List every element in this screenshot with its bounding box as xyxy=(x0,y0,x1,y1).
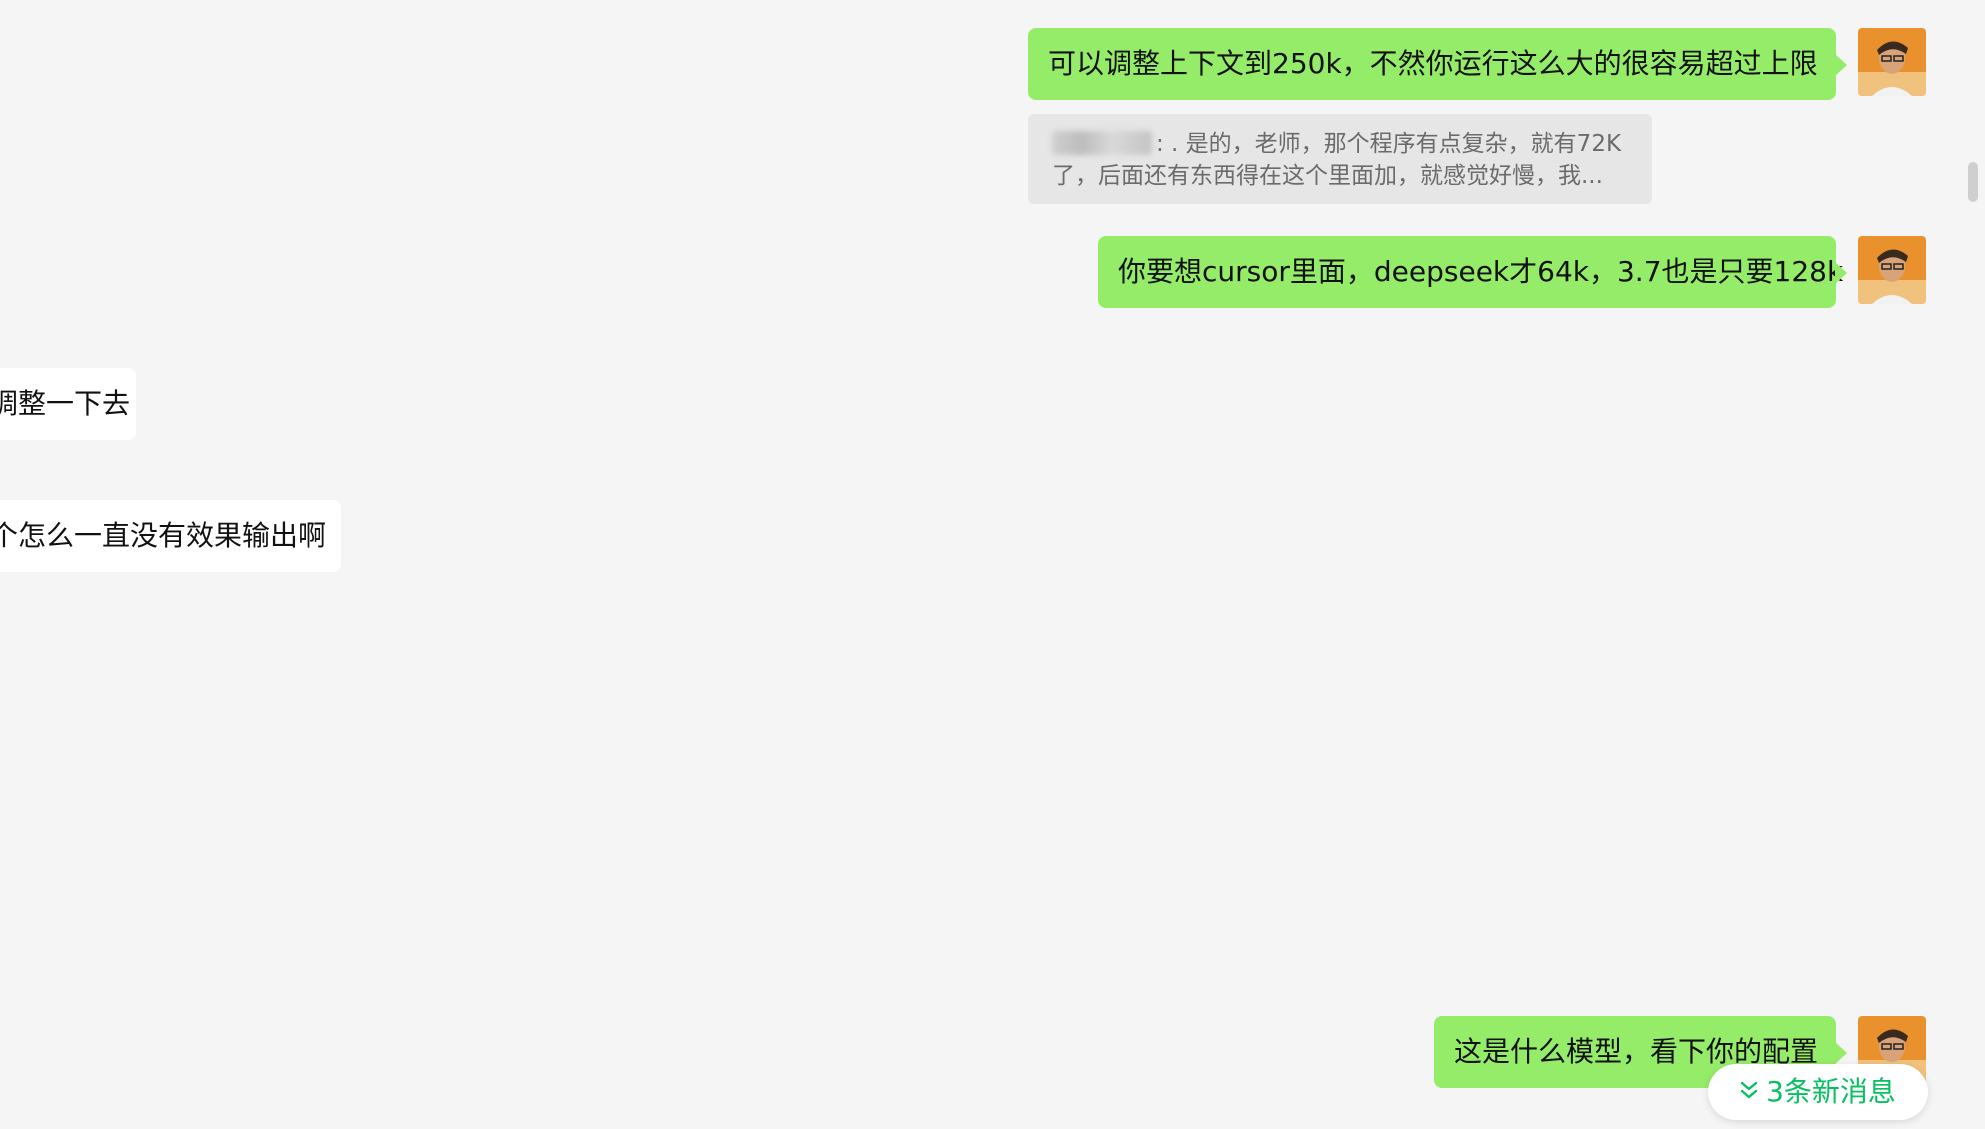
message-bubble-incoming[interactable]: 个怎么一直没有效果输出啊 xyxy=(0,500,341,572)
message-text: 个怎么一直没有效果输出啊 xyxy=(0,519,327,552)
message-bubble-outgoing[interactable]: 你要想cursor里面，deepseek才64k，3.7也是只要128k xyxy=(1098,236,1847,308)
new-messages-button[interactable]: 3条新消息 xyxy=(1708,1064,1928,1120)
new-messages-label: 3条新消息 xyxy=(1766,1075,1896,1108)
avatar[interactable] xyxy=(1858,28,1926,96)
message-bubble-outgoing[interactable]: 可以调整上下文到250k，不然你运行这么大的很容易超过上限 xyxy=(1028,28,1847,100)
user-avatar-icon xyxy=(1858,28,1926,96)
scrollbar-thumb[interactable] xyxy=(1968,162,1978,202)
message-text: 可以调整上下文到250k，不然你运行这么大的很容易超过上限 xyxy=(1048,47,1818,80)
chat-message-area[interactable]: 可以调整上下文到250k，不然你运行这么大的很容易超过上限 : . 是的，老师，… xyxy=(0,0,1985,1129)
double-chevron-down-icon xyxy=(1740,1080,1758,1105)
user-avatar-icon xyxy=(1858,236,1926,304)
message-text: 你要想cursor里面，deepseek才64k，3.7也是只要128k xyxy=(1118,255,1844,288)
message-bubble-incoming[interactable]: 调整一下去 xyxy=(0,368,136,440)
message-text: 调整一下去 xyxy=(0,387,131,420)
quoted-message[interactable]: : . 是的，老师，那个程序有点复杂，就有72K 了，后面还有东西得在这个里面加… xyxy=(1028,114,1652,204)
avatar[interactable] xyxy=(1858,236,1926,304)
blurred-name xyxy=(1052,131,1152,155)
